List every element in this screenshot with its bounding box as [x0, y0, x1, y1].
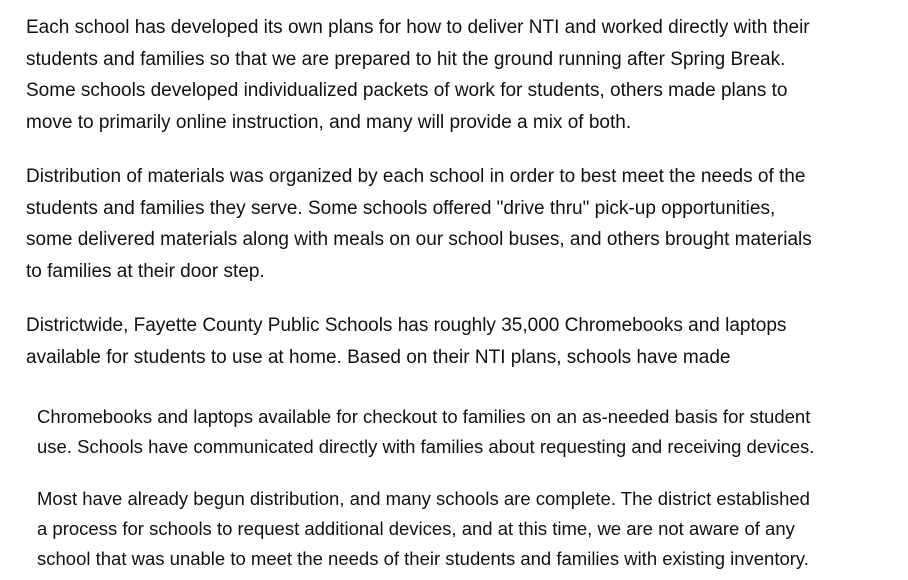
text-line: a process for schools to request additio…	[37, 518, 795, 539]
text-line: Distribution of materials was organized …	[26, 166, 806, 187]
text-line: Each school has developed its own plans …	[26, 17, 810, 38]
paragraph-nti-plans: Each school has developed its own plans …	[26, 12, 810, 138]
paragraph-distribution-of-materials: Distribution of materials was organized …	[26, 161, 812, 287]
text-line: to families at their door step.	[26, 260, 265, 282]
text-line: school that was unable to meet the needs…	[37, 548, 809, 569]
text-line: students and families so that we are pre…	[26, 48, 786, 70]
text-line: Most have already begun distribution, an…	[37, 488, 810, 509]
paragraph-districtwide-devices: Districtwide, Fayette County Public Scho…	[26, 310, 786, 373]
text-line: Districtwide, Fayette County Public Scho…	[26, 315, 787, 336]
text-line: Chromebooks and laptops available for ch…	[37, 406, 811, 427]
paragraph-distribution-status: Most have already begun distribution, an…	[37, 484, 810, 574]
text-line: move to primarily online instruction, an…	[26, 111, 632, 133]
text-line: some delivered materials along with meal…	[26, 229, 812, 250]
text-line: use. Schools have communicated directly …	[37, 436, 815, 457]
text-line: students and families they serve. Some s…	[26, 197, 776, 219]
paragraph-device-checkout: Chromebooks and laptops available for ch…	[37, 402, 814, 462]
text-line: available for students to use at home. B…	[26, 346, 731, 368]
text-line: Some schools developed individualized pa…	[26, 80, 788, 101]
document-page: Each school has developed its own plans …	[0, 0, 908, 580]
